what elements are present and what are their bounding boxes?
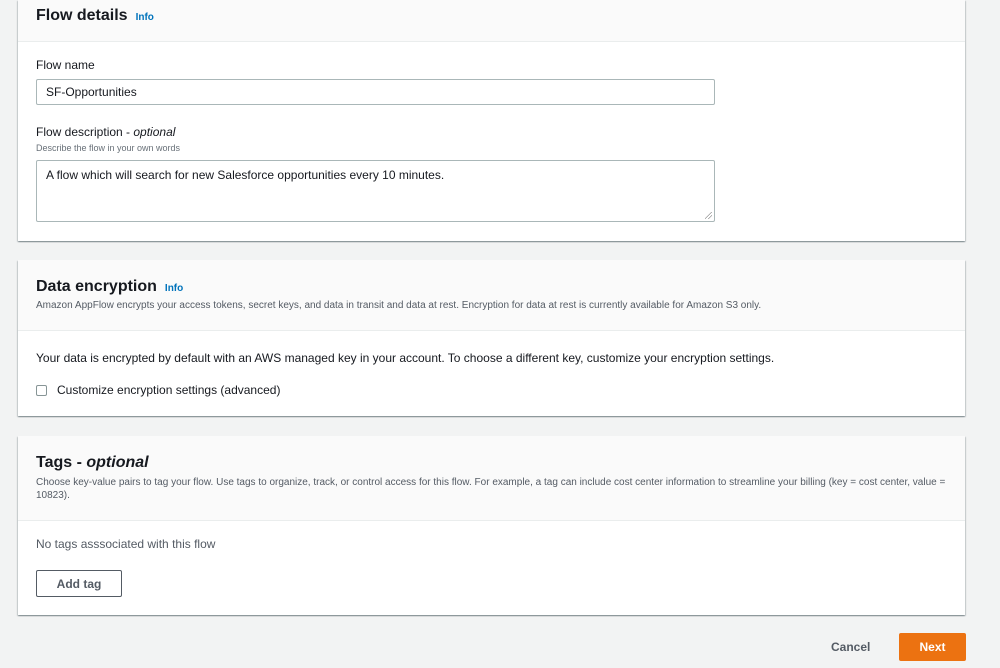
cancel-button[interactable]: Cancel bbox=[831, 640, 870, 654]
resize-grip-icon[interactable] bbox=[705, 212, 712, 219]
customize-encryption-label: Customize encryption settings (advanced) bbox=[57, 383, 281, 397]
tags-panel: Tags - optional Choose key-value pairs t… bbox=[18, 436, 965, 615]
tags-header: Tags - optional Choose key-value pairs t… bbox=[18, 436, 965, 521]
flow-details-title: Flow details bbox=[36, 7, 128, 24]
flow-description-label: Flow description - optional bbox=[36, 125, 175, 139]
tags-title-text: Tags - bbox=[36, 454, 87, 471]
customize-encryption-option[interactable]: Customize encryption settings (advanced) bbox=[36, 383, 280, 397]
tags-title-optional: optional bbox=[86, 454, 149, 471]
customize-encryption-checkbox[interactable] bbox=[36, 384, 47, 396]
data-encryption-info-link[interactable]: Info bbox=[165, 283, 183, 294]
flow-description-textarea[interactable]: A flow which will search for new Salesfo… bbox=[36, 160, 715, 222]
flow-description-label-text: Flow description - bbox=[36, 125, 134, 139]
data-encryption-description: Amazon AppFlow encrypts your access toke… bbox=[36, 300, 762, 311]
tags-title: Tags - optional bbox=[36, 454, 149, 471]
data-encryption-title: Data encryption bbox=[36, 278, 157, 295]
flow-details-info-link[interactable]: Info bbox=[136, 12, 154, 23]
encryption-default-text: Your data is encrypted by default with a… bbox=[36, 351, 775, 365]
flow-description-optional: optional bbox=[133, 125, 176, 139]
tags-description: Choose key-value pairs to tag your flow.… bbox=[36, 477, 946, 501]
data-encryption-header: Data encryption Info Amazon AppFlow encry… bbox=[18, 260, 965, 331]
flow-description-hint: Describe the flow in your own words bbox=[36, 143, 181, 153]
add-tag-button[interactable]: Add tag bbox=[36, 570, 122, 597]
next-button[interactable]: Next bbox=[899, 633, 966, 661]
no-tags-text: No tags asssociated with this flow bbox=[36, 537, 216, 551]
data-encryption-panel: Data encryption Info Amazon AppFlow encry… bbox=[18, 260, 965, 416]
flow-name-input[interactable] bbox=[36, 79, 715, 105]
flow-description-value: A flow which will search for new Salesfo… bbox=[46, 168, 445, 182]
flow-details-panel: Flow details Info Flow name Flow descript… bbox=[18, 0, 965, 241]
flow-name-label: Flow name bbox=[36, 58, 95, 72]
flow-details-header: Flow details Info bbox=[18, 0, 965, 42]
